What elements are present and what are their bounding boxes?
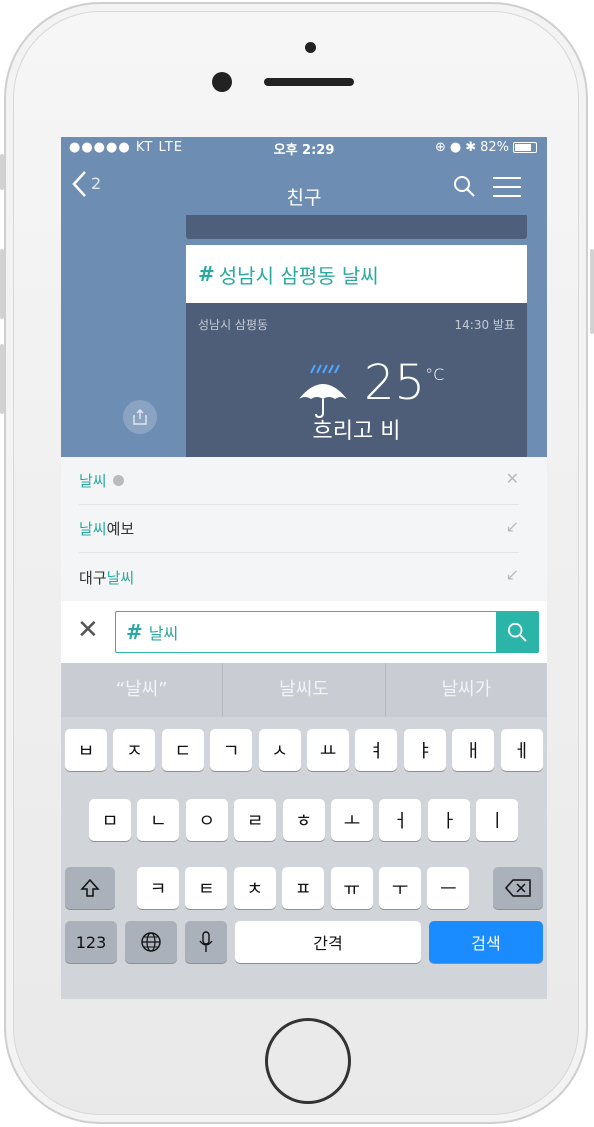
key-ㅈ[interactable]: ㅈ — [113, 729, 156, 771]
suggestion-item[interactable]: 날씨 예보 ↙ — [79, 505, 519, 553]
prediction-item[interactable]: “날씨” — [61, 663, 224, 717]
prediction-item[interactable]: 날씨가 — [386, 663, 547, 717]
microphone-icon — [199, 931, 213, 952]
menu-icon[interactable] — [493, 177, 521, 199]
home-button[interactable] — [265, 1018, 351, 1104]
hash-symbol: # — [198, 262, 215, 286]
backspace-icon — [505, 879, 531, 897]
key-ㄷ[interactable]: ㄷ — [161, 729, 204, 771]
suggestion-item[interactable]: 날씨 ✕ — [79, 457, 519, 505]
hash-symbol: # — [126, 620, 143, 644]
search-icon — [507, 622, 527, 642]
suggestion-list: 날씨 ✕ 날씨 예보 ↙ 대구 날씨 ↙ — [61, 457, 547, 601]
search-key[interactable]: 검색 — [429, 921, 543, 963]
key-ㅋ[interactable]: ㅋ — [137, 867, 179, 909]
key-ㄱ[interactable]: ㄱ — [210, 729, 253, 771]
key-ㅂ[interactable]: ㅂ — [65, 729, 107, 771]
arrow-up-left-icon[interactable]: ↙ — [506, 517, 519, 536]
key-ㅕ[interactable]: ㅕ — [355, 729, 398, 771]
key-ㅊ[interactable]: ㅊ — [233, 867, 276, 909]
mute-switch — [0, 154, 4, 190]
rotation-lock-icon: ⊕ — [434, 140, 446, 155]
close-icon[interactable]: ✕ — [506, 469, 519, 488]
key-ㅑ[interactable]: ㅑ — [403, 729, 446, 771]
weather-condition: 흐리고 비 — [312, 419, 401, 444]
key-ㅛ[interactable]: ㅛ — [307, 729, 349, 771]
key-ㅏ[interactable]: ㅏ — [427, 799, 470, 841]
bluetooth-icon: ✱ — [465, 140, 477, 155]
battery-percent: 82% — [480, 140, 509, 155]
screen: ●●●●● KT LTE 오후 2:29 ⊕ ● ✱ 82% 2 친구 # 성남… — [61, 137, 547, 999]
search-value: 날씨 — [148, 624, 179, 643]
prediction-item[interactable]: 날씨도 — [223, 663, 386, 717]
key-ㅠ[interactable]: ㅠ — [330, 867, 373, 909]
shift-key[interactable] — [65, 867, 115, 909]
earpiece-speaker — [264, 78, 354, 86]
key-ㅗ[interactable]: ㅗ — [331, 799, 373, 841]
shift-icon — [80, 878, 100, 897]
suggestion-item[interactable]: 대구 날씨 ↙ — [79, 553, 519, 601]
front-camera — [212, 72, 232, 92]
recent-clock-icon — [112, 475, 124, 486]
key-ㅎ[interactable]: ㅎ — [282, 799, 325, 841]
dictation-key[interactable] — [185, 921, 227, 963]
volume-up-button — [0, 249, 4, 319]
key-ㅜ[interactable]: ㅜ — [379, 867, 421, 909]
key-ㄹ[interactable]: ㄹ — [234, 799, 277, 841]
search-button[interactable] — [496, 612, 538, 652]
status-bar: ●●●●● KT LTE 오후 2:29 ⊕ ● ✱ 82% — [61, 137, 547, 159]
globe-icon — [141, 932, 161, 952]
alarm-icon: ● — [449, 140, 462, 155]
key-ㅓ[interactable]: ㅓ — [379, 799, 422, 841]
key-ㅅ[interactable]: ㅅ — [258, 729, 301, 771]
key-ㅁ[interactable]: ㅁ — [89, 799, 131, 841]
weather-title: 성남시 삼평동 날씨 — [218, 263, 379, 288]
battery-icon — [513, 142, 537, 153]
space-key[interactable]: 간격 — [235, 921, 421, 963]
clear-icon[interactable]: ✕ — [77, 617, 99, 643]
key-ㅍ[interactable]: ㅍ — [282, 867, 325, 909]
arrow-up-left-icon[interactable]: ↙ — [506, 565, 519, 584]
key-ㅇ[interactable]: ㅇ — [185, 799, 228, 841]
backspace-key[interactable] — [493, 867, 543, 909]
key-ㄴ[interactable]: ㄴ — [137, 799, 180, 841]
previous-message — [186, 215, 527, 239]
keyboard: 123 간격 검색 ㅂㅈㄷㄱㅅㅛㅕㅑㅐㅔㅁㄴㅇㄹㅎㅗㅓㅏㅣㅋㅌㅊㅍㅠㅜㅡ — [61, 717, 547, 999]
key-ㅌ[interactable]: ㅌ — [185, 867, 228, 909]
search-input[interactable]: # 날씨 — [115, 611, 539, 653]
weather-card[interactable]: # 성남시 삼평동 날씨 성남시 삼평동 14:30 발표 25°C 흐리고 비 — [186, 245, 527, 457]
prediction-bar: “날씨” 날씨도 날씨가 — [61, 663, 547, 717]
power-button — [590, 249, 594, 334]
temperature: 25°C — [364, 355, 445, 411]
share-icon[interactable] — [123, 400, 157, 434]
rain-umbrella-icon — [299, 364, 347, 419]
key-ㅡ[interactable]: ㅡ — [427, 867, 470, 909]
nav-bar: 2 친구 — [61, 159, 547, 215]
status-right: ⊕ ● ✱ 82% — [435, 140, 537, 155]
key-ㅔ[interactable]: ㅔ — [500, 729, 543, 771]
weather-card-title: # 성남시 삼평동 날씨 — [186, 245, 527, 303]
search-icon[interactable] — [453, 175, 475, 197]
numbers-key[interactable]: 123 — [65, 921, 117, 963]
weather-issued-time: 14:30 발표 — [454, 318, 515, 332]
volume-down-button — [0, 344, 4, 414]
proximity-sensor — [305, 42, 316, 53]
temperature-unit: °C — [425, 365, 445, 384]
search-bar: ✕ # 날씨 — [61, 601, 547, 663]
key-ㅐ[interactable]: ㅐ — [452, 729, 495, 771]
weather-location: 성남시 삼평동 — [198, 318, 269, 332]
globe-key[interactable] — [125, 921, 177, 963]
key-ㅣ[interactable]: ㅣ — [476, 799, 519, 841]
